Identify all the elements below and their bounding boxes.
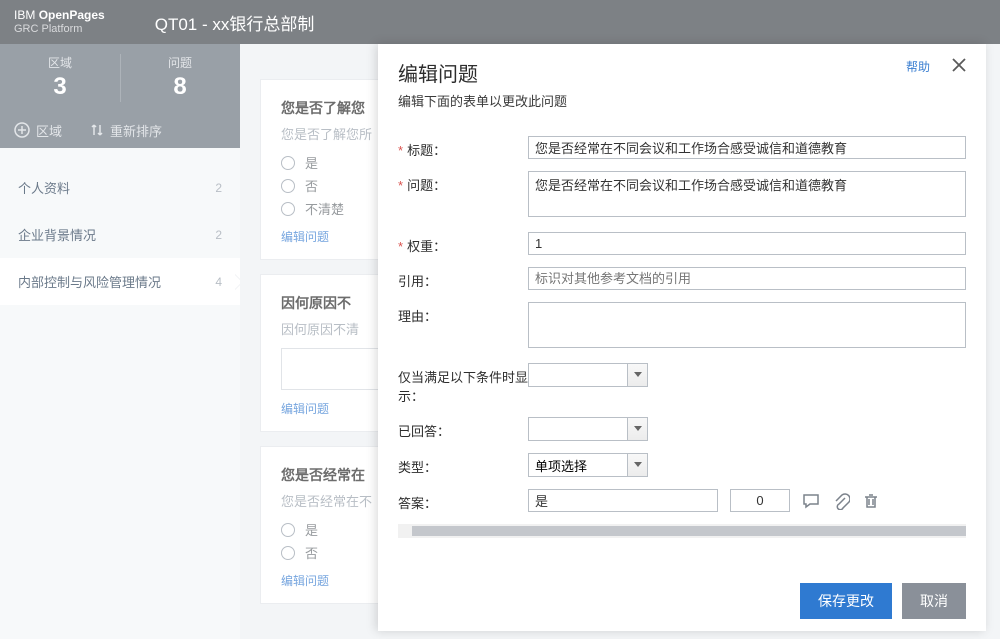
paperclip-icon <box>832 492 850 510</box>
answer-score-input[interactable] <box>730 489 790 512</box>
type-select[interactable]: 单项选择 <box>528 453 648 477</box>
answered-select[interactable] <box>528 417 648 441</box>
chevron-down-icon <box>627 418 647 440</box>
label-question: *问题： <box>398 171 528 220</box>
cancel-button[interactable]: 取消 <box>902 583 966 619</box>
chevron-down-icon <box>627 454 647 476</box>
help-link[interactable]: 帮助 <box>906 58 930 75</box>
label-answer: 答案： <box>398 489 528 512</box>
close-icon <box>950 56 968 74</box>
attach-button[interactable] <box>832 492 850 510</box>
weight-input[interactable] <box>528 232 966 255</box>
question-textarea[interactable] <box>528 171 966 217</box>
save-button[interactable]: 保存更改 <box>800 583 892 619</box>
edit-question-modal: 编辑问题 编辑下面的表单以更改此问题 帮助 *标题： *问题： *权重： 引用：… <box>378 44 986 631</box>
horizontal-scrollbar[interactable] <box>398 524 966 538</box>
label-type: 类型： <box>398 453 528 477</box>
label-weight: *权重： <box>398 232 528 255</box>
modal-header: 编辑问题 编辑下面的表单以更改此问题 帮助 <box>378 44 986 118</box>
comment-icon <box>802 492 820 510</box>
show-condition-select[interactable] <box>528 363 648 387</box>
trash-icon <box>862 492 880 510</box>
delete-button[interactable] <box>862 492 880 510</box>
chevron-down-icon <box>627 364 647 386</box>
label-answered: 已回答： <box>398 417 528 441</box>
type-select-value: 单项选择 <box>535 456 587 475</box>
label-reference: 引用： <box>398 267 528 290</box>
modal-body: *标题： *问题： *权重： 引用： 理由： 仅当满足以下条件时显示： 已回答： <box>378 118 986 571</box>
label-show-cond: 仅当满足以下条件时显示： <box>398 363 528 405</box>
label-reason: 理由： <box>398 302 528 351</box>
modal-footer: 保存更改 取消 <box>378 571 986 631</box>
label-title: *标题： <box>398 136 528 159</box>
title-input[interactable] <box>528 136 966 159</box>
comment-button[interactable] <box>802 492 820 510</box>
answer-text-input[interactable] <box>528 489 718 512</box>
modal-title: 编辑问题 <box>398 58 966 87</box>
scrollbar-thumb[interactable] <box>412 526 966 536</box>
close-button[interactable] <box>950 56 968 77</box>
reason-textarea[interactable] <box>528 302 966 348</box>
reference-input[interactable] <box>528 267 966 290</box>
modal-subtitle: 编辑下面的表单以更改此问题 <box>398 91 966 110</box>
